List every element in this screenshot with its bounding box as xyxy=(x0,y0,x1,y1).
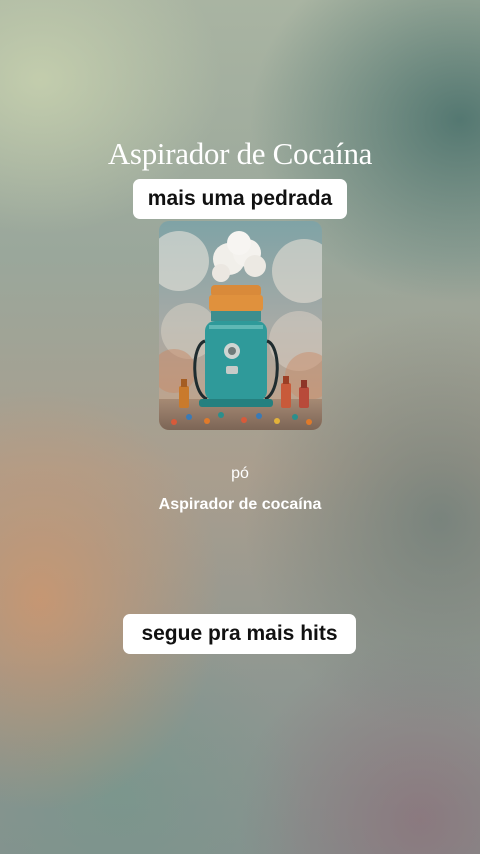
page-title: Aspirador de Cocaína xyxy=(107,136,373,171)
cover-art[interactable] xyxy=(159,221,322,430)
track-genre: pó xyxy=(231,465,249,482)
follow-cta-pill: segue pra mais hits xyxy=(123,614,356,654)
vacuum-cleaner-artwork-icon xyxy=(159,221,322,430)
subtitle-pill: mais uma pedrada xyxy=(133,179,347,219)
track-name[interactable]: Aspirador de cocaína xyxy=(0,495,480,515)
